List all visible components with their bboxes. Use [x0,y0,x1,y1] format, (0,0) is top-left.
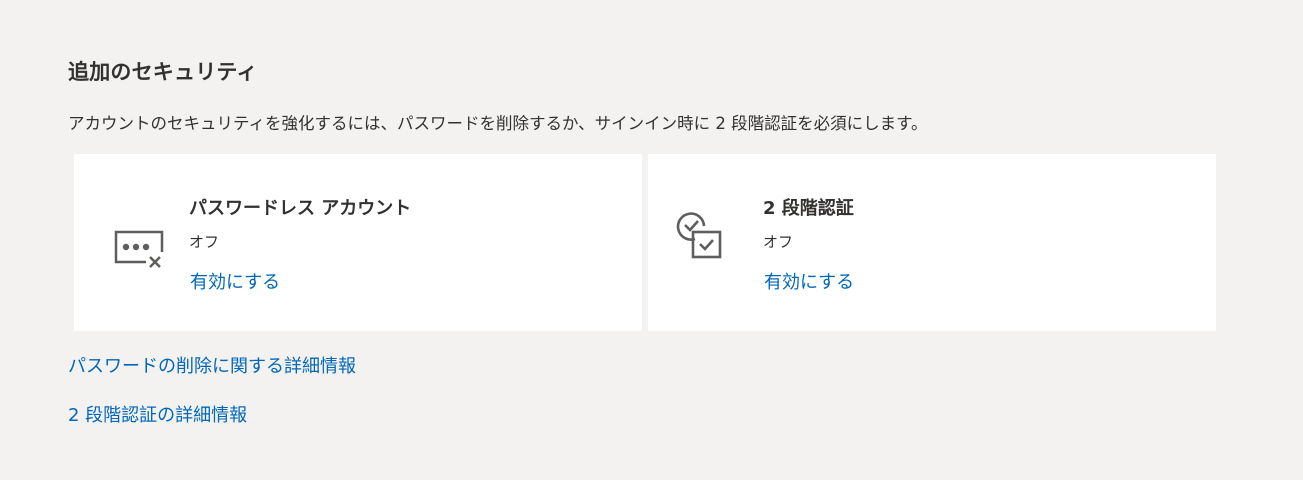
card-title: パスワードレス アカウント [189,198,412,219]
remove-password-info-link[interactable]: パスワードの削除に関する詳細情報 [68,352,356,378]
section-title: 追加のセキュリティ [68,60,258,84]
two-step-verification-icon [670,206,730,266]
enable-two-step-link[interactable]: 有効にする [764,268,854,294]
status-text: オフ [763,233,794,251]
section-description: アカウントのセキュリティを強化するには、パスワードを削除するか、サインイン時に … [68,114,928,133]
passwordless-icon [106,216,166,276]
two-step-verification-card: 2 段階認証 オフ 有効にする [648,154,1216,331]
security-cards: パスワードレス アカウント オフ 有効にする 2 段階認証 オフ 有効にする [74,154,1216,331]
passwordless-account-card: パスワードレス アカウント オフ 有効にする [74,154,642,331]
enable-passwordless-link[interactable]: 有効にする [190,268,280,294]
two-step-info-link[interactable]: 2 段階認証の詳細情報 [68,401,247,427]
card-title: 2 段階認証 [763,198,854,219]
status-text: オフ [189,233,220,251]
